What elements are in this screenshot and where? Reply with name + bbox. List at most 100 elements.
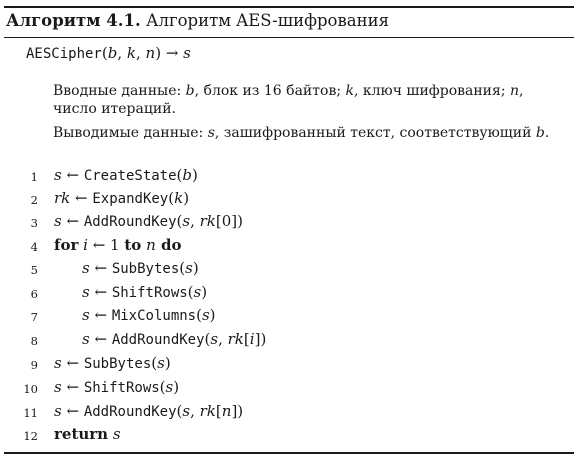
loop-end: n xyxy=(141,236,156,254)
code-line-12: 12 return s xyxy=(0,425,578,447)
code-line-6: 6 s ← ShiftRows(s) xyxy=(0,283,578,305)
code-line-8: 8 s ← AddRoundKey(s, rk[i]) xyxy=(0,330,578,352)
line-number: 11 xyxy=(23,406,38,420)
assign-arrow: ← xyxy=(61,212,84,230)
paren: ) xyxy=(237,402,244,420)
b-description: , блок из 16 байтов; xyxy=(194,83,346,99)
assign-arrow: ← xyxy=(89,330,112,348)
index-variable: n xyxy=(221,402,232,420)
function-call: ShiftRows xyxy=(111,285,188,301)
variable: s xyxy=(82,283,90,301)
code-line-7: 7 s ← MixColumns(s) xyxy=(0,306,578,328)
algorithm-title: Алгоритм 4.1. Алгоритм AES-шифрования xyxy=(6,11,389,30)
variable: s xyxy=(54,378,62,396)
function-call: ShiftRows xyxy=(83,380,160,396)
keyword-return: return xyxy=(54,425,109,443)
code-text: s ← AddRoundKey(s, rk[i]) xyxy=(82,330,266,348)
k-description: , ключ шифрования; xyxy=(353,83,511,99)
assign-arrow: ← xyxy=(89,306,112,324)
var-b: b xyxy=(535,125,545,141)
code-line-2: 2 rk ← ExpandKey(k) xyxy=(0,189,578,211)
param-k: k xyxy=(126,44,136,62)
paren: ) xyxy=(201,283,208,301)
argument: s xyxy=(201,306,210,324)
paren: ) xyxy=(192,166,198,184)
assign-arrow: ← xyxy=(61,378,84,396)
paren: ) xyxy=(173,378,180,396)
comma: , xyxy=(117,44,127,62)
var-s: s xyxy=(207,125,215,141)
argument: s xyxy=(182,212,191,230)
line-number: 8 xyxy=(30,334,38,348)
assign-arrow: ← xyxy=(61,354,84,372)
keyword-do: do xyxy=(155,236,182,254)
output-description: Выводимые данные: s, зашифрованный текст… xyxy=(53,124,558,142)
function-call: AddRoundKey xyxy=(83,214,177,230)
code-text: for i ← 1 to n do xyxy=(54,236,181,254)
param-n: n xyxy=(145,44,156,62)
paren: ) xyxy=(209,306,216,324)
paren: ) xyxy=(192,259,199,277)
line-number: 2 xyxy=(30,193,38,207)
line-number: 6 xyxy=(30,287,38,301)
line-number: 5 xyxy=(30,263,38,277)
code-text: s ← AddRoundKey(s, rk[n]) xyxy=(54,402,243,420)
line-number: 9 xyxy=(30,358,38,372)
code-line-3: 3 s ← AddRoundKey(s, rk[0]) xyxy=(0,212,578,234)
function-call: SubBytes xyxy=(83,356,152,372)
code-line-10: 10 s ← ShiftRows(s) xyxy=(0,378,578,400)
assign-arrow: ← xyxy=(61,402,84,420)
code-text: s ← ShiftRows(s) xyxy=(54,378,179,396)
comma: , xyxy=(190,212,200,230)
assign-arrow: ← xyxy=(89,259,112,277)
function-name: AESCipher xyxy=(26,46,102,62)
variable: s xyxy=(82,259,90,277)
variable: s xyxy=(54,212,62,230)
paren: ) xyxy=(260,330,267,348)
title-rule xyxy=(4,37,574,38)
assign-arrow: ← xyxy=(89,283,112,301)
code-line-11: 11 s ← AddRoundKey(s, rk[n]) xyxy=(0,402,578,424)
code-text: return s xyxy=(54,425,121,443)
function-call: CreateState xyxy=(83,168,177,184)
top-rule xyxy=(4,6,574,8)
comma: , xyxy=(218,330,228,348)
argument: b xyxy=(182,166,192,184)
function-signature: AESCipher(b, k, n) → s xyxy=(26,44,191,62)
keyword-for: for xyxy=(54,236,79,254)
code-line-9: 9 s ← SubBytes(s) xyxy=(0,354,578,376)
keyword-to: to xyxy=(124,236,142,254)
algorithm-number: Алгоритм 4.1. xyxy=(6,11,141,30)
line-number: 7 xyxy=(30,310,38,324)
var-k: k xyxy=(345,83,354,99)
assign-arrow: ← xyxy=(70,189,93,207)
line-number: 12 xyxy=(23,429,38,443)
line-number: 1 xyxy=(30,170,38,184)
argument: s xyxy=(182,402,191,420)
return-variable: s xyxy=(108,425,121,443)
input-label: Вводные данные: xyxy=(53,83,186,99)
output-label: Выводимые данные: xyxy=(53,125,208,141)
paren: ) xyxy=(164,354,171,372)
argument: s xyxy=(210,330,219,348)
line-number: 4 xyxy=(30,240,38,254)
function-call: MixColumns xyxy=(111,308,197,324)
argument: s xyxy=(185,259,193,277)
input-description: Вводные данные: b, блок из 16 байтов; k,… xyxy=(53,82,558,118)
function-call: SubBytes xyxy=(111,261,180,277)
variable: s xyxy=(54,402,62,420)
loop-start: ← 1 xyxy=(87,236,125,254)
index: [0] xyxy=(215,212,238,230)
code-text: s ← ShiftRows(s) xyxy=(82,283,207,301)
return-value: s xyxy=(183,44,191,62)
code-line-4: 4 for i ← 1 to n do xyxy=(0,236,578,258)
function-call: AddRoundKey xyxy=(111,332,205,348)
paren: ) xyxy=(183,189,190,207)
line-number: 3 xyxy=(30,216,38,230)
argument: k xyxy=(174,189,184,207)
code-text: rk ← ExpandKey(k) xyxy=(54,189,189,207)
var-n: n xyxy=(510,83,520,99)
loop-variable: i xyxy=(78,236,88,254)
variable: s xyxy=(82,306,90,324)
variable: s xyxy=(54,166,62,184)
